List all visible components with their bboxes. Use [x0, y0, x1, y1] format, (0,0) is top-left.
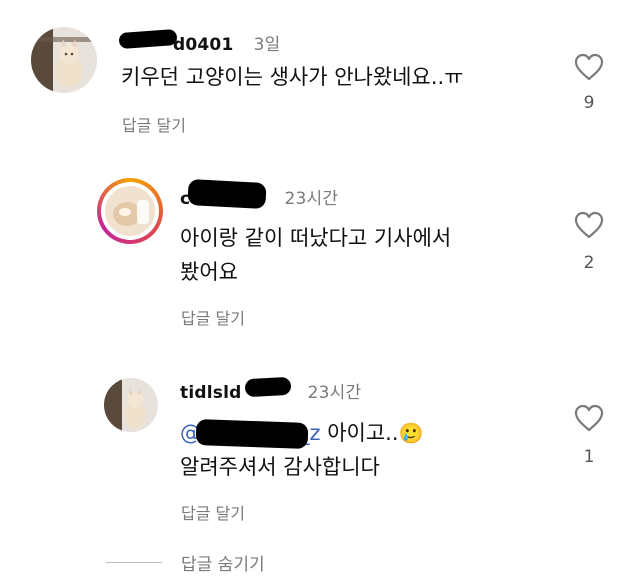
comment-2-time: 23시간 [284, 189, 339, 209]
comment-3-like-count: 1 [583, 447, 595, 467]
comment-1-like-count: 9 [583, 93, 595, 113]
avatar-commenter-3[interactable] [104, 378, 158, 432]
username-redaction [187, 178, 267, 210]
heart-outline-icon[interactable] [574, 211, 604, 239]
comment-1-text: 키우던 고양이는 생사가 안나왔네요..ㅠ [121, 65, 464, 89]
comment-1-reply-button[interactable]: 답글 달기 [122, 112, 186, 136]
heart-outline-icon[interactable] [574, 404, 604, 432]
heart-outline-icon[interactable] [574, 53, 604, 81]
story-avatar-image [105, 186, 155, 236]
hide-replies-button[interactable]: 답글 숨기기 [181, 550, 265, 575]
hide-replies-divider [106, 562, 162, 563]
comment-1-time: 3일 [253, 35, 281, 55]
cat-photo-avatar [31, 27, 97, 93]
avatar-commenter-1[interactable] [31, 27, 97, 93]
comment-3-time: 23시간 [307, 383, 362, 403]
username-redaction [244, 376, 292, 398]
comment-2-text: 아이랑 같이 떠났다고 기사에서 봤어요 [180, 226, 452, 284]
avatar-commenter-2[interactable] [97, 178, 163, 244]
comment-3-reply-button[interactable]: 답글 달기 [181, 500, 245, 524]
comment-2-reply-button[interactable]: 답글 달기 [181, 305, 245, 329]
mention-redaction [195, 419, 309, 449]
cat-photo-avatar [104, 378, 158, 432]
comment-2-like-count: 2 [583, 253, 595, 273]
crying-face-emoji: 🥲 [398, 421, 424, 445]
